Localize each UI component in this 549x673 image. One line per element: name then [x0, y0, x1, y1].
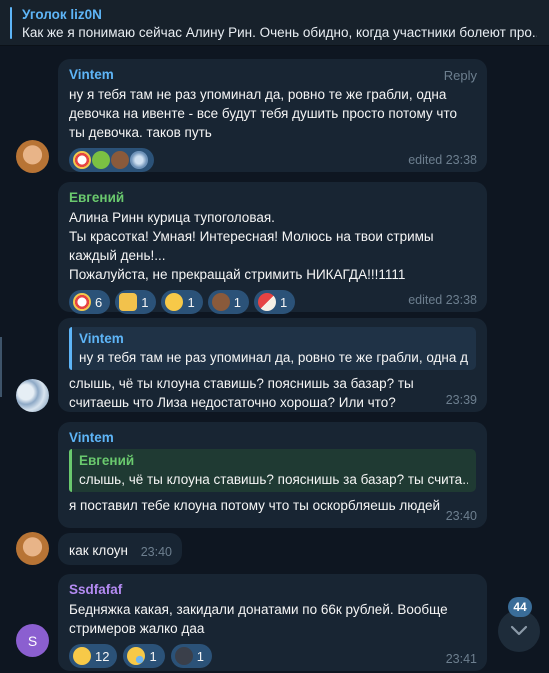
message-author[interactable]: Vintem — [69, 66, 476, 84]
message-text: как клоун — [69, 543, 129, 558]
message-bubble[interactable]: Vintem Евгений слышь, чё ты клоуна стави… — [58, 422, 487, 528]
avatar[interactable] — [16, 532, 49, 565]
pile-of-poo-icon — [211, 293, 230, 311]
reaction-count: 12 — [95, 648, 110, 664]
avatar[interactable] — [16, 379, 49, 412]
quote-author: Евгений — [79, 453, 135, 468]
pinned-text: Как же я понимаю сейчас Алину Рин. Очень… — [22, 25, 537, 40]
reaction-count: 1 — [149, 648, 157, 664]
avatar[interactable] — [16, 140, 49, 173]
message-text: я поставил тебе клоуна потому что ты оск… — [69, 498, 440, 513]
reaction-group[interactable] — [69, 148, 154, 172]
message-author[interactable]: Ssdfafaf — [69, 581, 476, 599]
message-text: ну я тебя там не раз упоминал да, ровно … — [69, 87, 457, 140]
reaction-poo[interactable]: 1 — [207, 290, 249, 314]
reaction-count: 1 — [279, 294, 288, 310]
reaction-cry[interactable]: 1 — [123, 644, 165, 668]
nauseated-face-icon — [92, 151, 110, 169]
message-bubble[interactable]: Ssdfafaf Бедняжка какая, закидали доната… — [58, 574, 487, 671]
reaction-grin[interactable]: 1 — [161, 290, 203, 314]
message-text: Бедняжка какая, закидали донатами по 66к… — [69, 602, 448, 636]
pill-icon — [257, 293, 276, 311]
message-time: 23:40 — [140, 545, 172, 559]
reaction-thumbs-up[interactable]: 1 — [115, 290, 157, 314]
message-text: слышь, чё ты клоуна ставишь? пояснишь за… — [69, 376, 414, 410]
message-time: 23:40 — [445, 509, 477, 523]
message-bubble[interactable]: Vintem Reply ну я тебя там не раз упомин… — [58, 59, 487, 172]
reply-quote[interactable]: Евгений слышь, чё ты клоуна ставишь? поя… — [69, 449, 476, 492]
clown-face-icon — [73, 151, 91, 169]
monkey-face-icon — [111, 151, 129, 169]
thumbs-up-icon — [119, 293, 138, 311]
reaction-dark[interactable]: 1 — [170, 644, 212, 668]
reaction-clown[interactable]: 6 — [69, 290, 111, 314]
reaction-count: 1 — [187, 294, 195, 310]
quote-text: ну я тебя там не раз упоминал да, ровно … — [79, 350, 468, 365]
message-bubble[interactable]: Евгений Алина Ринн курица тупоголовая. Т… — [58, 182, 487, 314]
message-time: edited 23:38 — [408, 153, 477, 167]
unread-badge: 44 — [508, 597, 532, 617]
message-author[interactable]: Евгений — [69, 189, 476, 207]
avatar-letter: S — [27, 632, 38, 649]
reaction-count: 1 — [233, 294, 241, 310]
grinning-face-icon — [165, 293, 184, 311]
reaction-grin[interactable]: 12 — [69, 644, 118, 668]
reaction-count: 1 — [196, 648, 204, 664]
scrollbar[interactable] — [0, 337, 2, 397]
pinned-message-bar[interactable]: Уголок liz0N Как же я понимаю сейчас Али… — [0, 0, 549, 46]
reaction-count: 6 — [95, 294, 103, 310]
message-time: 23:41 — [445, 652, 477, 666]
reaction-pill[interactable]: 1 — [253, 290, 296, 314]
pinned-title: Уголок liz0N — [22, 7, 102, 22]
grinning-face-icon — [73, 647, 91, 665]
quote-author: Vintem — [79, 331, 124, 346]
message-bubble[interactable]: Vintem ну я тебя там не раз упоминал да,… — [58, 318, 487, 412]
message-bubble[interactable]: как клоун 23:40 — [58, 533, 182, 565]
globe-icon — [130, 151, 148, 169]
reply-quote[interactable]: Vintem ну я тебя там не раз упоминал да,… — [69, 327, 476, 370]
avatar[interactable]: S — [16, 624, 49, 657]
message-author[interactable]: Vintem — [69, 429, 476, 447]
dark-face-icon — [174, 647, 193, 665]
message-time: edited 23:38 — [408, 293, 477, 307]
reply-button[interactable]: Reply — [444, 68, 477, 83]
clown-face-icon — [73, 293, 91, 311]
message-time: 23:39 — [445, 393, 477, 407]
crying-face-icon — [127, 647, 146, 665]
chevron-down-icon — [510, 625, 528, 636]
quote-text: слышь, чё ты клоуна ставишь? пояснишь за… — [79, 472, 468, 487]
reaction-count: 1 — [141, 294, 149, 310]
message-text: Алина Ринн курица тупоголовая. Ты красот… — [69, 210, 434, 282]
